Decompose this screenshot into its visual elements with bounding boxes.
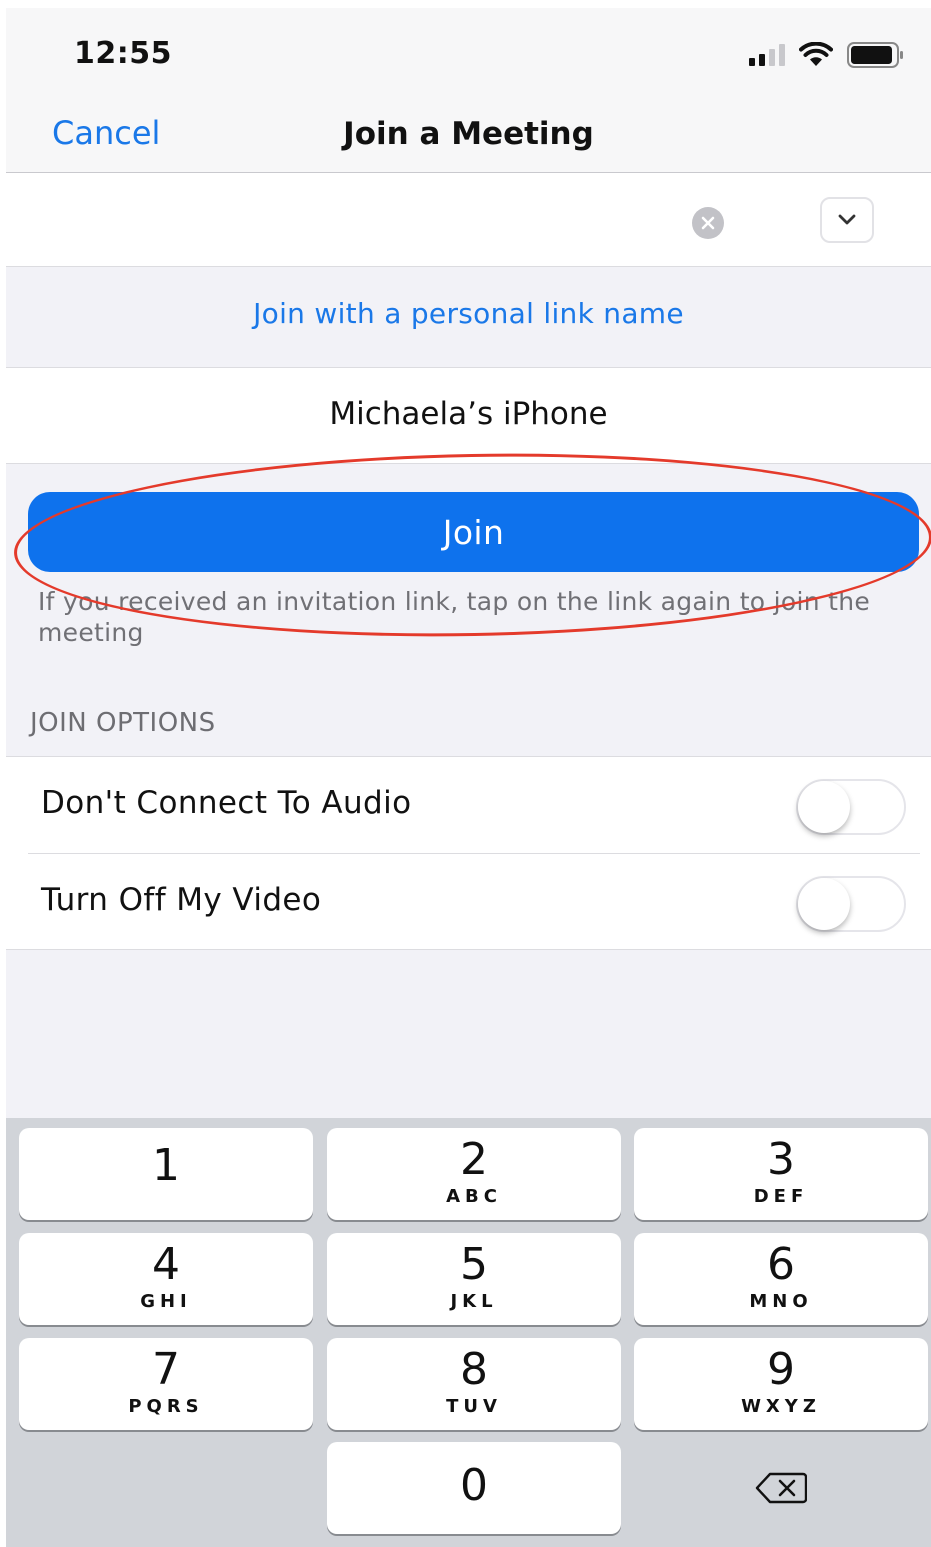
key-3[interactable]: 3 DEF bbox=[634, 1128, 928, 1220]
meeting-history-dropdown-button[interactable] bbox=[820, 197, 874, 243]
navigation-bar: Cancel Join a Meeting bbox=[6, 98, 931, 173]
dont-connect-audio-toggle[interactable] bbox=[796, 779, 906, 835]
delete-key[interactable] bbox=[634, 1442, 928, 1534]
display-name-field[interactable]: Michaela’s iPhone bbox=[6, 396, 931, 432]
join-options-header: JOIN OPTIONS bbox=[30, 708, 216, 738]
key-2[interactable]: 2 ABC bbox=[327, 1128, 621, 1220]
join-options-list: Don't Connect To Audio Turn Off My Video bbox=[6, 756, 931, 950]
key-5[interactable]: 5 JKL bbox=[327, 1233, 621, 1325]
invitation-hint-text: If you received an invitation link, tap … bbox=[38, 587, 871, 647]
key-0[interactable]: 0 bbox=[327, 1442, 621, 1534]
backspace-icon bbox=[755, 1472, 807, 1504]
personal-link-row: Join with a personal link name bbox=[6, 267, 931, 368]
key-8[interactable]: 8 TUV bbox=[327, 1338, 621, 1430]
meeting-id-input[interactable] bbox=[36, 193, 656, 247]
toggle-knob bbox=[798, 878, 850, 930]
wifi-icon bbox=[799, 42, 833, 66]
option-label: Turn Off My Video bbox=[41, 882, 322, 918]
personal-link-button[interactable]: Join with a personal link name bbox=[6, 297, 931, 330]
join-button[interactable]: Join bbox=[28, 492, 919, 572]
key-1[interactable]: 1 bbox=[19, 1128, 313, 1220]
status-time: 12:55 bbox=[74, 36, 172, 71]
status-icons bbox=[749, 42, 905, 68]
signal-icon bbox=[749, 44, 785, 66]
key-9[interactable]: 9 WXYZ bbox=[634, 1338, 928, 1430]
toggle-knob bbox=[798, 781, 850, 833]
option-label: Don't Connect To Audio bbox=[41, 785, 412, 821]
battery-icon bbox=[847, 42, 903, 68]
status-bar: 12:55 bbox=[6, 8, 931, 98]
key-7[interactable]: 7 PQRS bbox=[19, 1338, 313, 1430]
chevron-down-icon bbox=[838, 214, 856, 225]
option-turn-off-video: Turn Off My Video bbox=[6, 854, 931, 951]
key-6[interactable]: 6 MNO bbox=[634, 1233, 928, 1325]
option-dont-connect-audio: Don't Connect To Audio bbox=[6, 757, 931, 854]
turn-off-video-toggle[interactable] bbox=[796, 876, 906, 932]
key-4[interactable]: 4 GHI bbox=[19, 1233, 313, 1325]
clear-x-icon bbox=[701, 216, 715, 230]
numeric-keypad: 1 2 ABC 3 DEF 4 GHI 5 JKL 6 MNO 7 PQRS 8… bbox=[6, 1118, 931, 1547]
display-name-row: Michaela’s iPhone bbox=[6, 368, 931, 464]
meeting-id-row bbox=[6, 173, 931, 267]
join-button-label: Join bbox=[442, 512, 505, 552]
join-meeting-screen: 12:55 Cancel Join a Meeting Join with a … bbox=[6, 8, 931, 1547]
page-title: Join a Meeting bbox=[343, 116, 594, 152]
clear-circle-icon[interactable] bbox=[692, 207, 724, 239]
